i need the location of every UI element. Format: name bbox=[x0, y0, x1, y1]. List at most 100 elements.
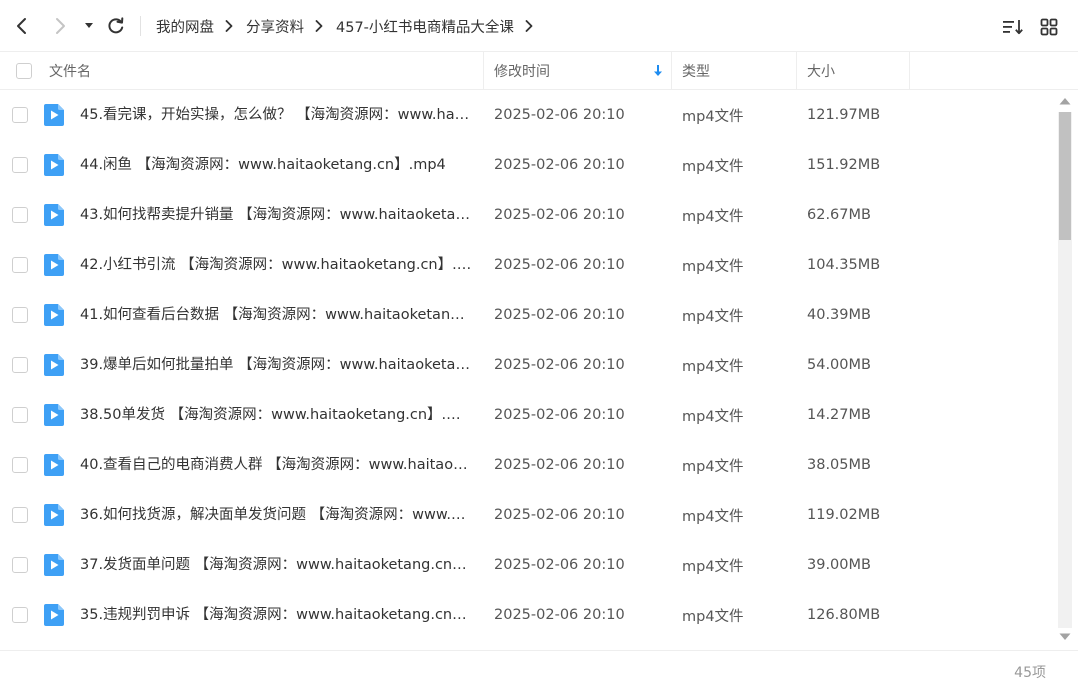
refresh-icon bbox=[108, 17, 124, 34]
file-name: 36.如何找货源，解决面单发货问题 【海淘资源网：www.haitaoketan… bbox=[80, 507, 472, 523]
file-size: 39.00MB bbox=[807, 557, 871, 573]
table-row[interactable]: 38.50单发货 【海淘资源网：www.haitaoketang.cn】.mp4… bbox=[0, 390, 1056, 440]
column-header-type[interactable]: 类型 bbox=[682, 52, 710, 90]
file-modified-time: 2025-02-06 20:10 bbox=[494, 107, 625, 123]
row-checkbox[interactable] bbox=[12, 157, 28, 173]
video-file-icon bbox=[44, 304, 64, 326]
video-file-icon bbox=[44, 604, 64, 626]
toolbar-divider bbox=[140, 16, 141, 36]
scroll-down-arrow-icon[interactable] bbox=[1058, 632, 1072, 642]
breadcrumb-separator-icon bbox=[225, 20, 233, 32]
video-file-icon bbox=[44, 504, 64, 526]
file-type: mp4文件 bbox=[682, 358, 744, 375]
file-type: mp4文件 bbox=[682, 208, 744, 225]
file-size: 151.92MB bbox=[807, 157, 881, 173]
file-modified-time: 2025-02-06 20:10 bbox=[494, 257, 625, 273]
table-row[interactable]: 35.违规判罚申诉 【海淘资源网：www.haitaoketang.cn】.mp… bbox=[0, 590, 1056, 640]
back-button[interactable] bbox=[8, 12, 36, 40]
row-checkbox[interactable] bbox=[12, 407, 28, 423]
caret-down-icon bbox=[85, 23, 93, 28]
row-checkbox[interactable] bbox=[12, 457, 28, 473]
file-type: mp4文件 bbox=[682, 158, 744, 175]
scrollbar-thumb[interactable] bbox=[1059, 112, 1071, 240]
status-bar: 45项 bbox=[0, 650, 1078, 689]
column-divider bbox=[796, 52, 797, 90]
chevron-right-icon bbox=[56, 18, 65, 34]
file-list-header: 文件名 修改时间 类型 大小 bbox=[0, 52, 1078, 90]
row-checkbox[interactable] bbox=[12, 257, 28, 273]
file-size: 54.00MB bbox=[807, 357, 871, 373]
file-name: 38.50单发货 【海淘资源网：www.haitaoketang.cn】.mp4 bbox=[80, 407, 472, 423]
grid-view-button[interactable] bbox=[1038, 16, 1060, 38]
file-modified-time: 2025-02-06 20:10 bbox=[494, 157, 625, 173]
forward-button[interactable] bbox=[46, 12, 74, 40]
table-row[interactable]: 43.如何找帮卖提升销量 【海淘资源网：www.haitaoketang.cn】… bbox=[0, 190, 1056, 240]
file-modified-time: 2025-02-06 20:10 bbox=[494, 407, 625, 423]
file-type: mp4文件 bbox=[682, 608, 744, 625]
breadcrumb-more-icon[interactable] bbox=[525, 20, 533, 32]
table-row[interactable]: 40.查看自己的电商消费人群 【海淘资源网：www.haitaoketang.c… bbox=[0, 440, 1056, 490]
video-file-icon bbox=[44, 104, 64, 126]
sort-button[interactable] bbox=[1002, 16, 1024, 38]
file-type: mp4文件 bbox=[682, 558, 744, 575]
breadcrumb-separator-icon bbox=[315, 20, 323, 32]
column-header-modified[interactable]: 修改时间 bbox=[494, 52, 550, 90]
breadcrumb: 我的网盘 分享资料 457-小红书电商精品大全课 bbox=[156, 14, 546, 38]
row-checkbox[interactable] bbox=[12, 507, 28, 523]
select-all-checkbox[interactable] bbox=[16, 63, 32, 79]
breadcrumb-item-current-folder[interactable]: 457-小红书电商精品大全课 bbox=[336, 16, 514, 37]
file-name: 39.爆单后如何批量拍单 【海淘资源网：www.haitaoketang.cn】… bbox=[80, 357, 472, 373]
file-size: 14.27MB bbox=[807, 407, 871, 423]
table-row[interactable]: 45.看完课，开始实操，怎么做？ 【海淘资源网：www.haitaoketang… bbox=[0, 90, 1056, 140]
column-header-size[interactable]: 大小 bbox=[807, 52, 835, 90]
row-checkbox[interactable] bbox=[12, 107, 28, 123]
table-row[interactable]: 41.如何查看后台数据 【海淘资源网：www.haitaoketang.cn】.… bbox=[0, 290, 1056, 340]
grid-view-icon bbox=[1040, 18, 1058, 36]
file-size: 104.35MB bbox=[807, 257, 881, 273]
video-file-icon bbox=[44, 554, 64, 576]
file-modified-time: 2025-02-06 20:10 bbox=[494, 207, 625, 223]
file-modified-time: 2025-02-06 20:10 bbox=[494, 307, 625, 323]
file-list: 45.看完课，开始实操，怎么做？ 【海淘资源网：www.haitaoketang… bbox=[0, 90, 1056, 650]
table-row[interactable]: 36.如何找货源，解决面单发货问题 【海淘资源网：www.haitaoketan… bbox=[0, 490, 1056, 540]
column-header-name[interactable]: 文件名 bbox=[49, 52, 91, 90]
file-type: mp4文件 bbox=[682, 508, 744, 525]
column-divider bbox=[483, 52, 484, 90]
file-size: 38.05MB bbox=[807, 457, 871, 473]
file-size: 62.67MB bbox=[807, 207, 871, 223]
row-checkbox[interactable] bbox=[12, 607, 28, 623]
file-type: mp4文件 bbox=[682, 108, 744, 125]
video-file-icon bbox=[44, 154, 64, 176]
breadcrumb-item-shared[interactable]: 分享资料 bbox=[246, 16, 304, 37]
video-file-icon bbox=[44, 204, 64, 226]
history-dropdown-button[interactable] bbox=[76, 12, 102, 40]
file-size: 40.39MB bbox=[807, 307, 871, 323]
file-name: 35.违规判罚申诉 【海淘资源网：www.haitaoketang.cn】.mp… bbox=[80, 607, 472, 623]
table-row[interactable]: 37.发货面单问题 【海淘资源网：www.haitaoketang.cn】.mp… bbox=[0, 540, 1056, 590]
arrow-down-icon bbox=[654, 65, 662, 76]
scroll-up-arrow-icon[interactable] bbox=[1058, 96, 1072, 106]
video-file-icon bbox=[44, 354, 64, 376]
file-type: mp4文件 bbox=[682, 258, 744, 275]
sort-list-icon bbox=[1003, 20, 1023, 35]
row-checkbox[interactable] bbox=[12, 307, 28, 323]
file-name: 45.看完课，开始实操，怎么做？ 【海淘资源网：www.haitaoketang… bbox=[80, 107, 472, 123]
column-divider bbox=[909, 52, 910, 90]
file-size: 119.02MB bbox=[807, 507, 881, 523]
table-row[interactable]: 44.闲鱼 【海淘资源网：www.haitaoketang.cn】.mp4 20… bbox=[0, 140, 1056, 190]
column-divider bbox=[671, 52, 672, 90]
row-checkbox[interactable] bbox=[12, 557, 28, 573]
file-name: 40.查看自己的电商消费人群 【海淘资源网：www.haitaoketang.c… bbox=[80, 457, 472, 473]
item-count: 45项 bbox=[1014, 665, 1046, 681]
row-checkbox[interactable] bbox=[12, 207, 28, 223]
file-name: 37.发货面单问题 【海淘资源网：www.haitaoketang.cn】.mp… bbox=[80, 557, 472, 573]
file-name: 42.小红书引流 【海淘资源网：www.haitaoketang.cn】.mp4 bbox=[80, 257, 472, 273]
file-modified-time: 2025-02-06 20:10 bbox=[494, 507, 625, 523]
refresh-button[interactable] bbox=[102, 12, 130, 40]
file-modified-time: 2025-02-06 20:10 bbox=[494, 607, 625, 623]
row-checkbox[interactable] bbox=[12, 357, 28, 373]
breadcrumb-item-my-drive[interactable]: 我的网盘 bbox=[156, 16, 214, 37]
table-row[interactable]: 42.小红书引流 【海淘资源网：www.haitaoketang.cn】.mp4… bbox=[0, 240, 1056, 290]
table-row[interactable]: 39.爆单后如何批量拍单 【海淘资源网：www.haitaoketang.cn】… bbox=[0, 340, 1056, 390]
file-type: mp4文件 bbox=[682, 408, 744, 425]
